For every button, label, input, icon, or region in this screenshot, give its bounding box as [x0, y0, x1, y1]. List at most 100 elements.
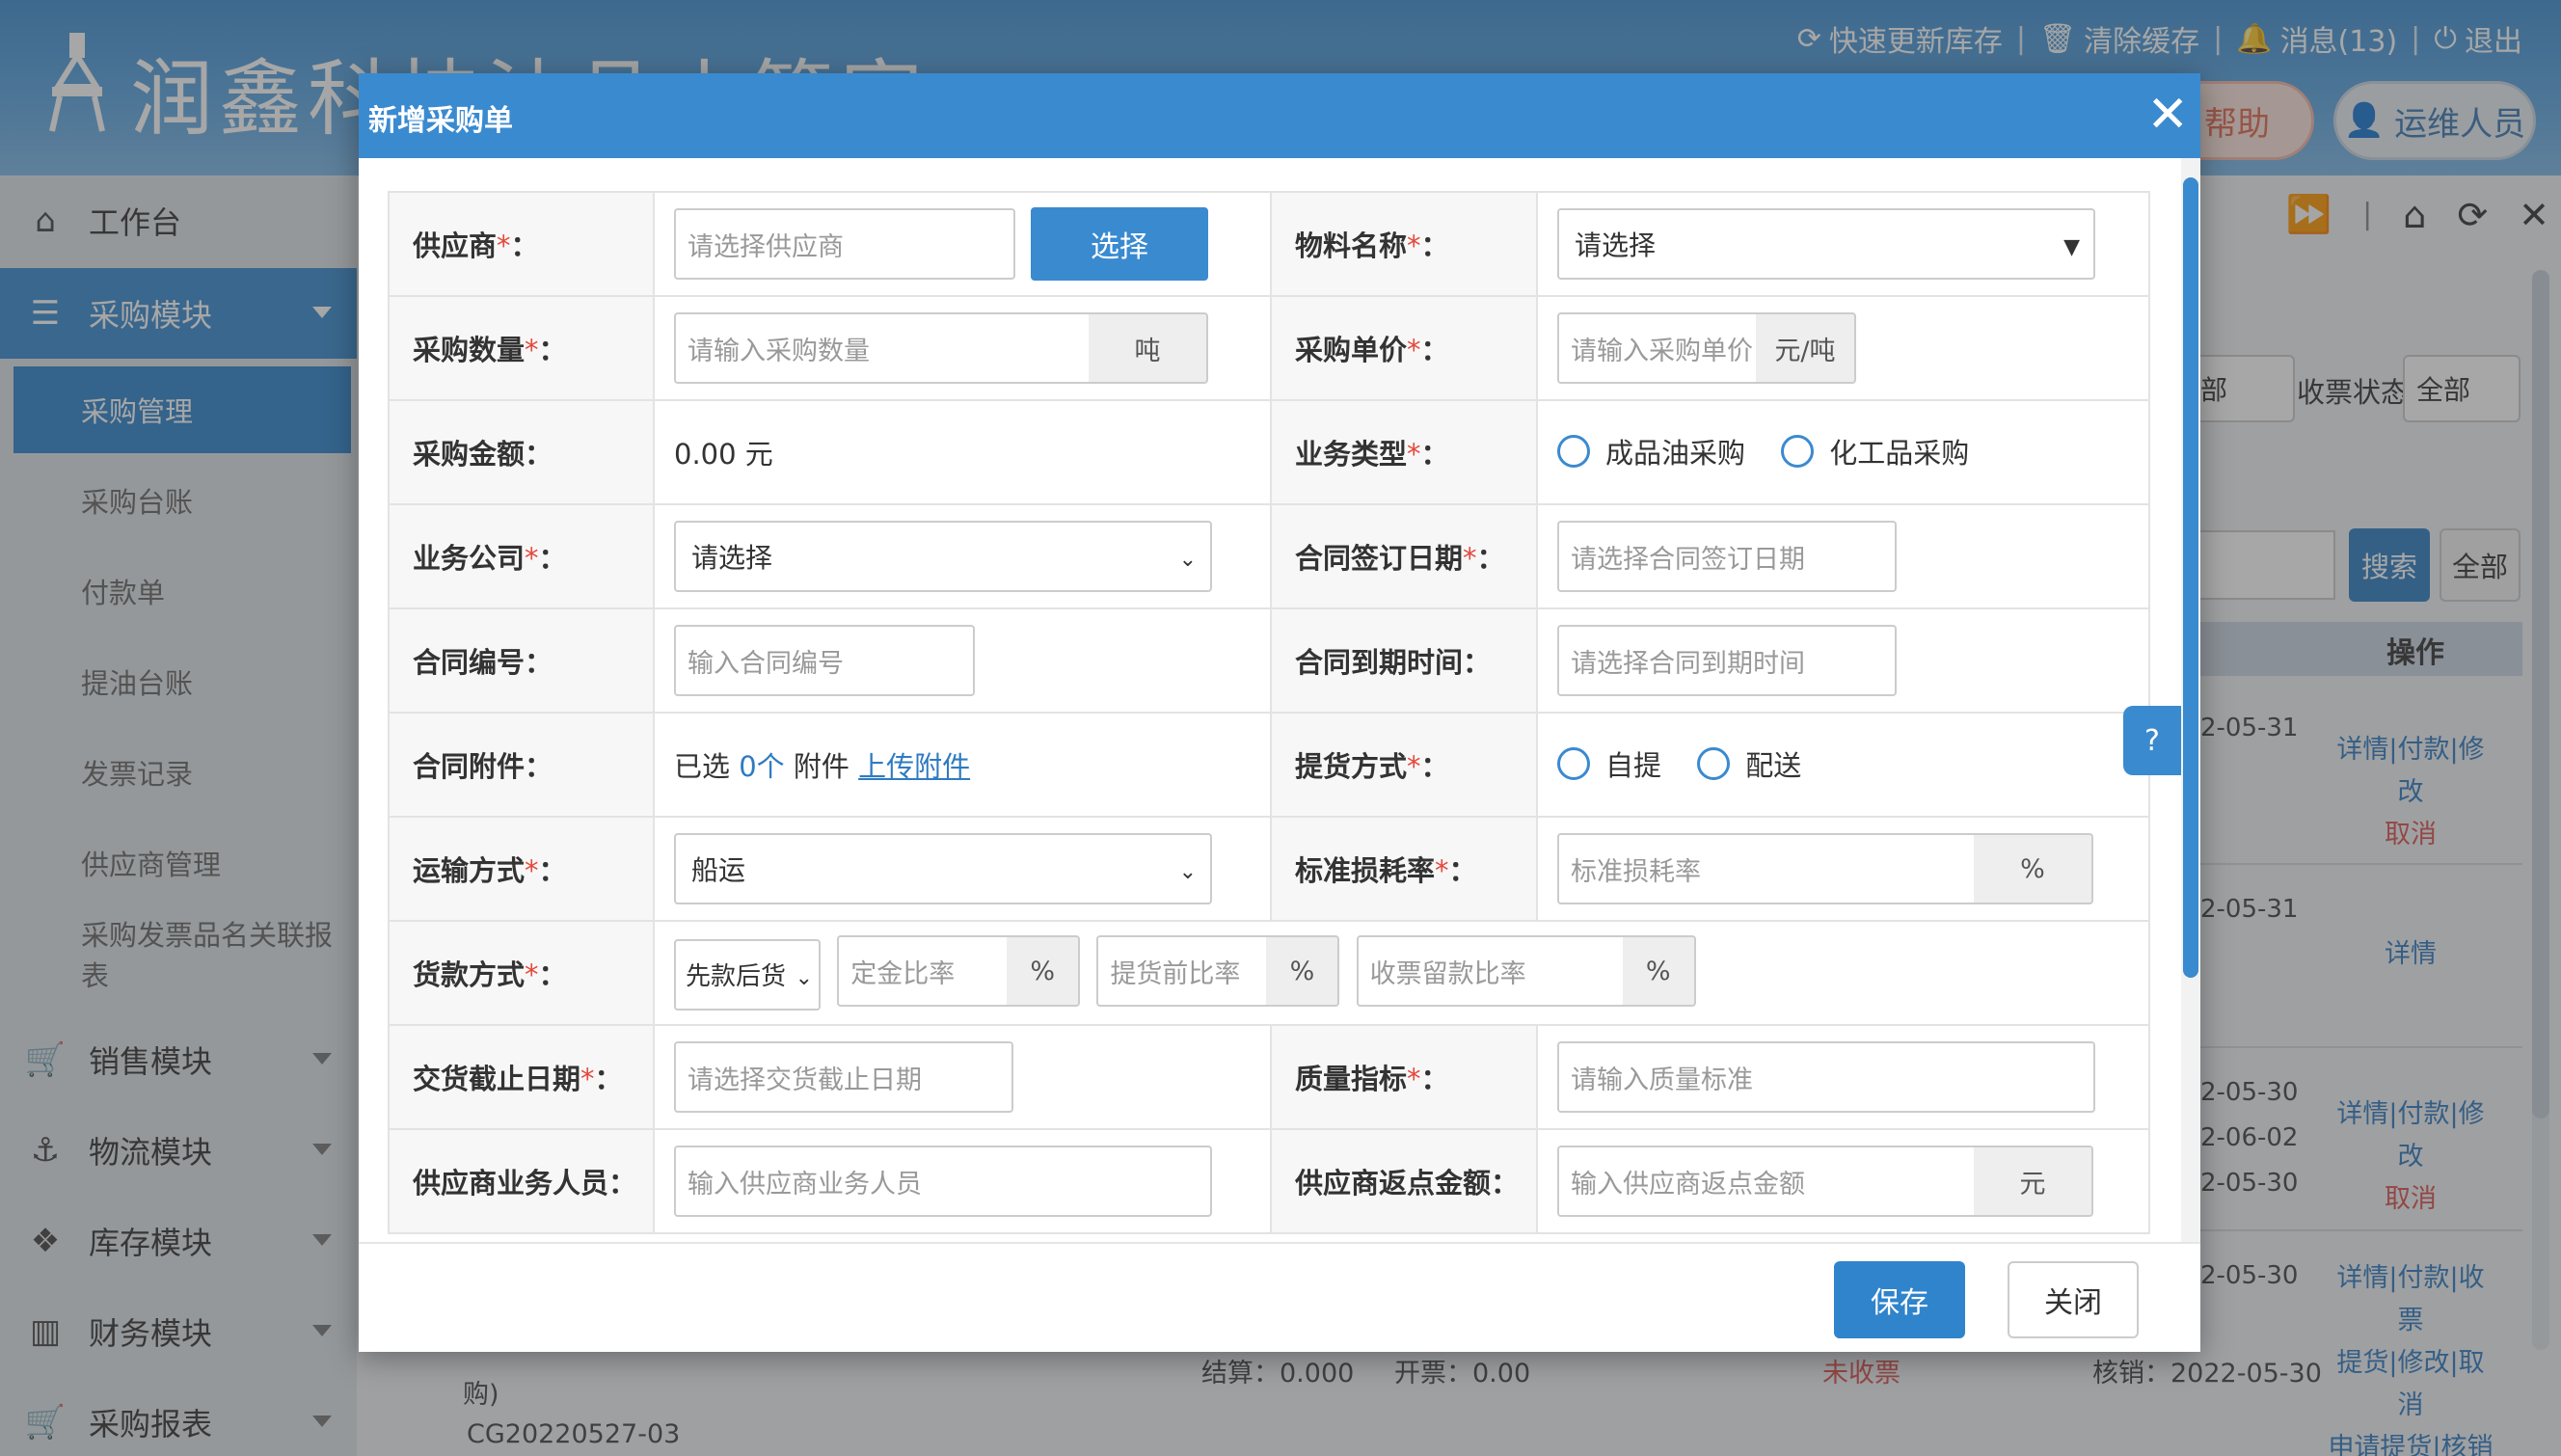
- dialog-body: 供应商*： 请选择供应商 选择 物料名称*： 请选择 ▼ 采购数量*： 请输入采购数…: [359, 158, 2181, 1242]
- payment-label: 货款方式*：: [388, 920, 655, 1026]
- required-mark: *: [525, 854, 539, 887]
- expire-date-input[interactable]: 请选择合同到期时间: [1557, 625, 1897, 696]
- rebate-group: 输入供应商返点金额元: [1557, 1146, 2093, 1217]
- transport-select[interactable]: 船运 ⌄: [674, 833, 1212, 904]
- radio-delivery[interactable]: 配送: [1697, 743, 1801, 784]
- dialog-header: 新增采购单 ✕: [359, 73, 2200, 158]
- attachment-info: 已选 0个 附件 上传附件: [674, 750, 971, 783]
- loss-rate-cell: 标准损耗率%: [1536, 816, 2150, 922]
- rebate-unit: 元: [1974, 1146, 2093, 1217]
- payment-cell: 先款后货 ⌄ 定金比率% 提货前比率% 收票留款比率%: [653, 920, 2150, 1026]
- quality-cell: 请输入质量标准: [1536, 1024, 2150, 1130]
- deadline-cell: 请选择交货截止日期: [653, 1024, 1272, 1130]
- attachment-count: 0个: [739, 750, 785, 783]
- contract-no-input[interactable]: 输入合同编号: [674, 625, 975, 696]
- company-label: 业务公司*：: [388, 503, 655, 609]
- purchase-form: 供应商*： 请选择供应商 选择 物料名称*： 请选择 ▼ 采购数量*： 请输入采购数…: [388, 191, 2150, 1234]
- company-select[interactable]: 请选择 ⌄: [674, 521, 1212, 592]
- deadline-label: 交货截止日期*：: [388, 1024, 655, 1130]
- required-mark: *: [1407, 1063, 1421, 1095]
- price-group: 请输入采购单价 元/吨: [1557, 312, 1856, 384]
- deposit-ratio-group: 定金比率%: [837, 935, 1081, 1008]
- rebate-label: 供应商返点金额：: [1270, 1128, 1538, 1234]
- dialog-scrollbar[interactable]: [2181, 158, 2200, 1242]
- loss-rate-input[interactable]: 标准损耗率: [1557, 833, 1978, 904]
- supplier-cell: 请选择供应商 选择: [653, 191, 1272, 297]
- attachment-label: 合同附件：: [388, 712, 655, 818]
- radio-circle: [1697, 746, 1731, 780]
- radio-chemical[interactable]: 化工品采购: [1781, 431, 1969, 472]
- sign-date-input[interactable]: 请选择合同签订日期: [1557, 521, 1897, 592]
- form-row: 货款方式*： 先款后货 ⌄ 定金比率% 提货前比率% 收票留款比率%: [388, 920, 2150, 1026]
- qty-input[interactable]: 请输入采购数量: [674, 312, 1092, 384]
- pickup-label: 提货方式*：: [1270, 712, 1538, 818]
- transport-label: 运输方式*：: [388, 816, 655, 922]
- quality-label: 质量指标*：: [1270, 1024, 1538, 1130]
- rebate-cell: 输入供应商返点金额元: [1536, 1128, 2150, 1234]
- chevron-down-icon: ⌄: [795, 965, 813, 990]
- supplier-input[interactable]: 请选择供应商: [674, 208, 1015, 280]
- save-button[interactable]: 保存: [1834, 1261, 1965, 1338]
- quality-input[interactable]: 请输入质量标准: [1557, 1041, 2095, 1113]
- qty-group: 请输入采购数量吨: [674, 312, 1208, 384]
- loss-rate-group: 标准损耗率%: [1557, 833, 2093, 904]
- required-mark: *: [525, 334, 539, 366]
- question-icon[interactable]: ?: [2123, 706, 2181, 775]
- dropdown-arrow-icon: ▼: [2063, 235, 2080, 259]
- chevron-down-icon: ⌄: [1178, 548, 1197, 572]
- required-mark: *: [497, 229, 511, 262]
- scrollbar-thumb[interactable]: [2183, 177, 2198, 978]
- required-mark: *: [1407, 438, 1421, 471]
- retention-ratio-input[interactable]: 收票留款比率: [1356, 935, 1627, 1008]
- pre-pickup-ratio-input[interactable]: 提货前比率: [1096, 935, 1271, 1008]
- sign-date-label: 合同签订日期*：: [1270, 503, 1538, 609]
- form-row: 交货截止日期*： 请选择交货截止日期 质量指标*： 请输入质量标准: [388, 1024, 2150, 1130]
- form-row: 采购数量*： 请输入采购数量吨 采购单价*： 请输入采购单价 元/吨: [388, 295, 2150, 401]
- percent-unit: %: [1007, 935, 1081, 1008]
- expire-cell: 请选择合同到期时间: [1536, 607, 2150, 714]
- form-row: 业务公司*： 请选择 ⌄ 合同签订日期*： 请选择合同签订日期: [388, 503, 2150, 609]
- supplier-label: 供应商*：: [388, 191, 655, 297]
- supplier-staff-input[interactable]: 输入供应商业务人员: [674, 1146, 1212, 1217]
- loss-rate-label: 标准损耗率*：: [1270, 816, 1538, 922]
- radio-circle: [1557, 434, 1590, 468]
- close-icon[interactable]: ✕: [2146, 81, 2189, 148]
- radio-circle: [1557, 746, 1590, 780]
- amount-value: 0.00 元: [674, 438, 773, 471]
- biz-type-cell: 成品油采购 化工品采购: [1536, 399, 2150, 505]
- price-input[interactable]: 请输入采购单价: [1557, 312, 1760, 384]
- rebate-input[interactable]: 输入供应商返点金额: [1557, 1146, 1978, 1217]
- required-mark: *: [525, 542, 539, 575]
- amount-label: 采购金额：: [388, 399, 655, 505]
- percent-unit: %: [1266, 935, 1340, 1008]
- sign-date-cell: 请选择合同签订日期: [1536, 503, 2150, 609]
- upload-attachment-link[interactable]: 上传附件: [858, 750, 970, 783]
- biz-type-label: 业务类型*：: [1270, 399, 1538, 505]
- dialog-title: 新增采购单: [368, 104, 513, 138]
- loss-rate-unit: %: [1974, 833, 2093, 904]
- deposit-ratio-input[interactable]: 定金比率: [837, 935, 1011, 1008]
- deadline-input[interactable]: 请选择交货截止日期: [674, 1041, 1013, 1113]
- amount-cell: 0.00 元: [653, 399, 1272, 505]
- qty-unit: 吨: [1089, 312, 1208, 384]
- material-select[interactable]: 请选择 ▼: [1557, 208, 2095, 280]
- attachment-cell: 已选 0个 附件 上传附件: [653, 712, 1272, 818]
- radio-self-pickup[interactable]: 自提: [1557, 743, 1661, 784]
- required-mark: *: [1407, 229, 1421, 262]
- choose-supplier-button[interactable]: 选择: [1031, 207, 1208, 281]
- contract-no-cell: 输入合同编号: [653, 607, 1272, 714]
- close-button[interactable]: 关闭: [2008, 1261, 2139, 1338]
- pre-pickup-ratio-group: 提货前比率%: [1096, 935, 1340, 1008]
- radio-refined-oil[interactable]: 成品油采购: [1557, 431, 1745, 472]
- required-mark: *: [1435, 854, 1449, 887]
- qty-cell: 请输入采购数量吨: [653, 295, 1272, 401]
- form-row: 运输方式*： 船运 ⌄ 标准损耗率*： 标准损耗率%: [388, 816, 2150, 922]
- payment-method-select[interactable]: 先款后货 ⌄: [674, 938, 821, 1011]
- required-mark: *: [580, 1063, 595, 1095]
- new-purchase-order-dialog: 新增采购单 ✕ 供应商*： 请选择供应商 选择 物料名称*： 请选择 ▼ 采购数量*…: [359, 73, 2200, 1352]
- supplier-staff-label: 供应商业务人员：: [388, 1128, 655, 1234]
- material-label: 物料名称*：: [1270, 191, 1538, 297]
- radio-circle: [1781, 434, 1815, 468]
- supplier-staff-cell: 输入供应商业务人员: [653, 1128, 1272, 1234]
- form-row: 供应商*： 请选择供应商 选择 物料名称*： 请选择 ▼: [388, 191, 2150, 297]
